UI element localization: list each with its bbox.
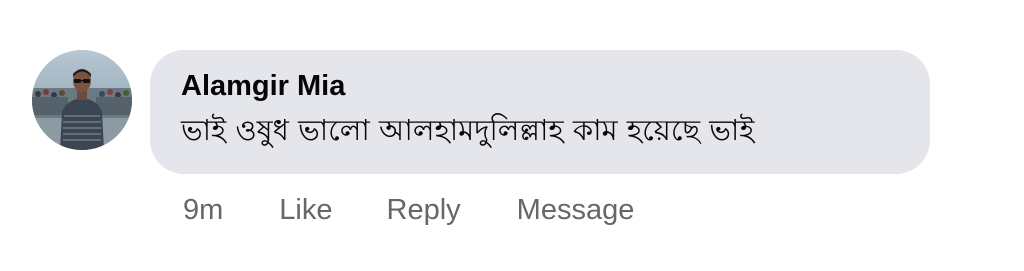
comment-timestamp[interactable]: 9m <box>183 194 223 227</box>
like-button[interactable]: Like <box>279 194 332 227</box>
comment-actions: 9m Like Reply Message <box>183 190 634 230</box>
comment: Alamgir Mia ভাই ওষুধ ভালো আলহামদুলিল্লাহ… <box>0 0 1024 271</box>
avatar[interactable] <box>32 50 132 150</box>
comment-bubble: Alamgir Mia ভাই ওষুধ ভালো আলহামদুলিল্লাহ… <box>150 50 930 174</box>
message-button[interactable]: Message <box>517 194 635 227</box>
reply-button[interactable]: Reply <box>387 194 461 227</box>
comment-text: ভাই ওষুধ ভালো আলহামদুলিল্লাহ কাম হয়েছে … <box>181 113 755 147</box>
comment-author[interactable]: Alamgir Mia <box>181 68 900 104</box>
profile-photo-icon <box>32 50 132 150</box>
